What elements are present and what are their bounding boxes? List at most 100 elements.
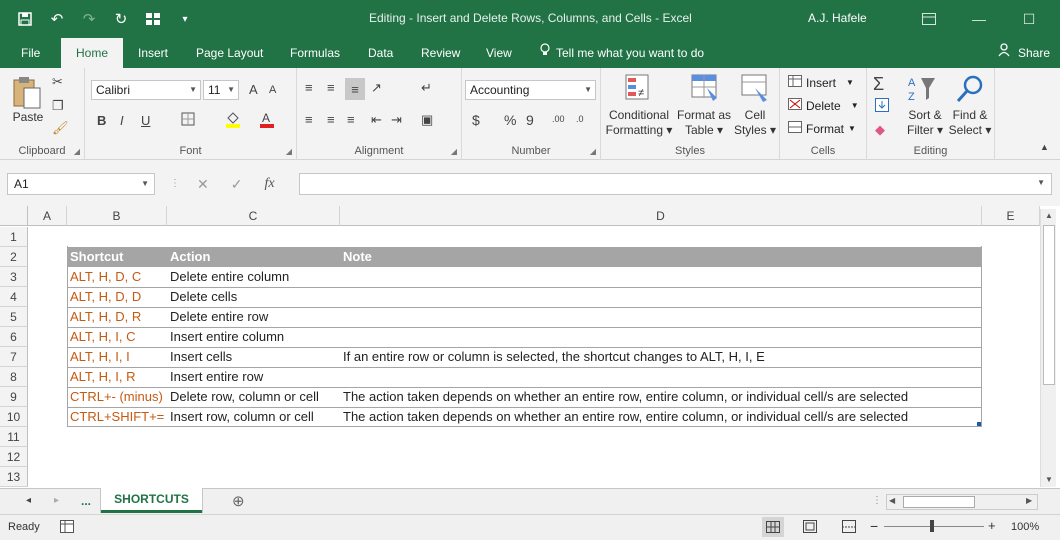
row-header[interactable]: 8 [0, 367, 28, 387]
table-cell-shortcut[interactable]: CTRL+- (minus) [67, 387, 163, 407]
increase-indent-icon[interactable]: ⇥ [391, 112, 402, 128]
align-bottom-icon[interactable]: ≡ [345, 78, 365, 100]
zoom-slider-thumb[interactable] [930, 520, 934, 532]
scroll-right-icon[interactable]: ▶ [1026, 496, 1032, 505]
vertical-scroll-thumb[interactable] [1043, 225, 1055, 385]
cut-icon[interactable]: ✂ [52, 74, 63, 90]
align-right-icon[interactable]: ≡ [347, 112, 355, 127]
collapse-ribbon-icon[interactable]: ▲ [1040, 142, 1049, 152]
align-left-icon[interactable]: ≡ [305, 112, 313, 127]
tab-view[interactable]: View [486, 38, 512, 68]
zoom-level[interactable]: 100% [1011, 521, 1039, 533]
row-header[interactable]: 7 [0, 347, 28, 367]
tab-insert[interactable]: Insert [138, 38, 168, 68]
wrap-text-icon[interactable]: ↵ [421, 80, 432, 96]
tab-page-layout[interactable]: Page Layout [196, 38, 263, 68]
scroll-down-icon[interactable]: ▼ [1041, 473, 1057, 487]
decrease-decimal-button[interactable]: .0 [576, 114, 584, 124]
table-cell-action[interactable]: Insert entire row [167, 367, 263, 387]
table-cell-note[interactable] [340, 327, 343, 347]
expand-formula-icon[interactable]: ▼ [1037, 178, 1045, 187]
table-cell-shortcut[interactable]: ALT, H, D, D [67, 287, 141, 307]
add-sheet-icon[interactable]: ⊕ [232, 492, 245, 510]
undo-icon[interactable]: ↶ [46, 8, 68, 30]
table-cell-note[interactable] [340, 287, 343, 307]
zoom-in-button[interactable]: + [988, 518, 996, 533]
delete-cells-button[interactable]: Delete ▼ [788, 98, 859, 113]
format-painter-icon[interactable]: 🖌 [52, 120, 69, 136]
insert-cells-button[interactable]: Insert ▼ [788, 75, 854, 90]
refresh-icon[interactable]: ↻ [110, 8, 132, 30]
scroll-left-icon[interactable]: ◀ [889, 496, 895, 505]
find-select-icon[interactable] [955, 74, 985, 107]
next-sheet-icon[interactable]: ▸ [54, 495, 59, 506]
grow-font-icon[interactable]: A [249, 82, 258, 97]
tab-file[interactable]: File [21, 38, 40, 68]
clear-icon[interactable]: ◆ [875, 122, 885, 138]
tab-formulas[interactable]: Formulas [290, 38, 340, 68]
column-header-a[interactable]: A [28, 206, 67, 226]
page-break-view-icon[interactable] [842, 520, 856, 536]
row-header[interactable]: 2 [0, 247, 28, 267]
align-middle-icon[interactable]: ≡ [327, 80, 335, 95]
table-cell-action[interactable]: Delete row, column or cell [167, 387, 319, 407]
table-cell-shortcut[interactable]: ALT, H, I, R [67, 367, 136, 387]
table-cell-shortcut[interactable]: ALT, H, D, R [67, 307, 141, 327]
user-name[interactable]: A.J. Hafele [808, 11, 867, 25]
row-header[interactable]: 6 [0, 327, 28, 347]
zoom-slider-track[interactable] [884, 526, 984, 527]
table-cell-note[interactable] [340, 307, 343, 327]
cancel-icon[interactable]: ✕ [197, 176, 209, 193]
sort-filter-button[interactable]: Sort & Filter ▾ [903, 108, 947, 138]
name-box[interactable]: A1 ▼ [7, 173, 155, 195]
row-header[interactable]: 4 [0, 287, 28, 307]
ribbon-display-icon[interactable] [904, 0, 954, 38]
table-cell-shortcut[interactable]: CTRL+SHIFT+= [67, 407, 164, 427]
vertical-scrollbar[interactable]: ▲ ▼ [1040, 209, 1056, 487]
comma-button[interactable]: 9 [526, 112, 534, 128]
format-as-table-icon[interactable] [691, 74, 719, 105]
table-cell-note[interactable]: The action taken depends on whether an e… [340, 407, 908, 427]
table-cell-action[interactable]: Insert cells [167, 347, 232, 367]
table-cell-note[interactable] [340, 367, 343, 387]
conditional-formatting-icon[interactable]: ≠ [625, 74, 651, 105]
font-size-combo[interactable]: 11 ▼ [203, 80, 239, 100]
tab-home[interactable]: Home [61, 38, 124, 68]
copy-icon[interactable]: ❐ [52, 98, 64, 114]
table-cell-action[interactable]: Insert row, column or cell [167, 407, 314, 427]
column-header-c[interactable]: C [167, 206, 340, 226]
prev-sheet-icon[interactable]: ◂ [26, 495, 31, 506]
format-cells-button[interactable]: Format ▼ [788, 121, 856, 136]
horizontal-scroll-thumb[interactable] [903, 496, 975, 508]
normal-view-icon[interactable] [762, 517, 784, 537]
table-cell-action[interactable]: Delete entire row [167, 307, 268, 327]
tab-review[interactable]: Review [421, 38, 460, 68]
table-cell-action[interactable]: Delete entire column [167, 267, 289, 287]
clipboard-launcher-icon[interactable]: ◢ [74, 147, 80, 156]
zoom-out-button[interactable]: − [870, 518, 878, 534]
table-cell-action[interactable]: Delete cells [167, 287, 237, 307]
table-cell-shortcut[interactable]: ALT, H, I, I [67, 347, 130, 367]
cell-styles-icon[interactable] [741, 74, 769, 105]
formula-input[interactable]: ▼ [299, 173, 1052, 195]
tab-split-handle[interactable]: ⋮ [872, 495, 882, 506]
align-center-icon[interactable]: ≡ [327, 112, 335, 127]
row-header[interactable]: 10 [0, 407, 28, 427]
paste-label[interactable]: Paste [10, 110, 46, 125]
table-cell-note[interactable]: The action taken depends on whether an e… [340, 387, 908, 407]
sort-filter-icon[interactable]: AZ [907, 74, 937, 107]
more-sheets-button[interactable]: ... [81, 494, 91, 508]
column-header-e[interactable]: E [982, 206, 1040, 226]
font-launcher-icon[interactable]: ◢ [286, 147, 292, 156]
find-select-button[interactable]: Find & Select ▾ [947, 108, 993, 138]
row-header[interactable]: 13 [0, 467, 28, 487]
tell-me-box[interactable]: Tell me what you want to do [540, 38, 704, 68]
horizontal-scrollbar[interactable]: ◀ ▶ [886, 494, 1038, 510]
worksheet-grid[interactable]: A B C D E 1 2 3 4 5 6 7 8 9 10 11 12 13 … [0, 206, 1060, 488]
share-button[interactable]: Share [998, 38, 1050, 68]
cell-styles-button[interactable]: Cell Styles ▾ [733, 108, 777, 138]
fill-icon[interactable] [875, 98, 889, 112]
enter-icon[interactable]: ✓ [231, 176, 243, 193]
table-cell-note[interactable]: If an entire row or column is selected, … [340, 347, 765, 367]
decrease-indent-icon[interactable]: ⇤ [371, 112, 382, 128]
